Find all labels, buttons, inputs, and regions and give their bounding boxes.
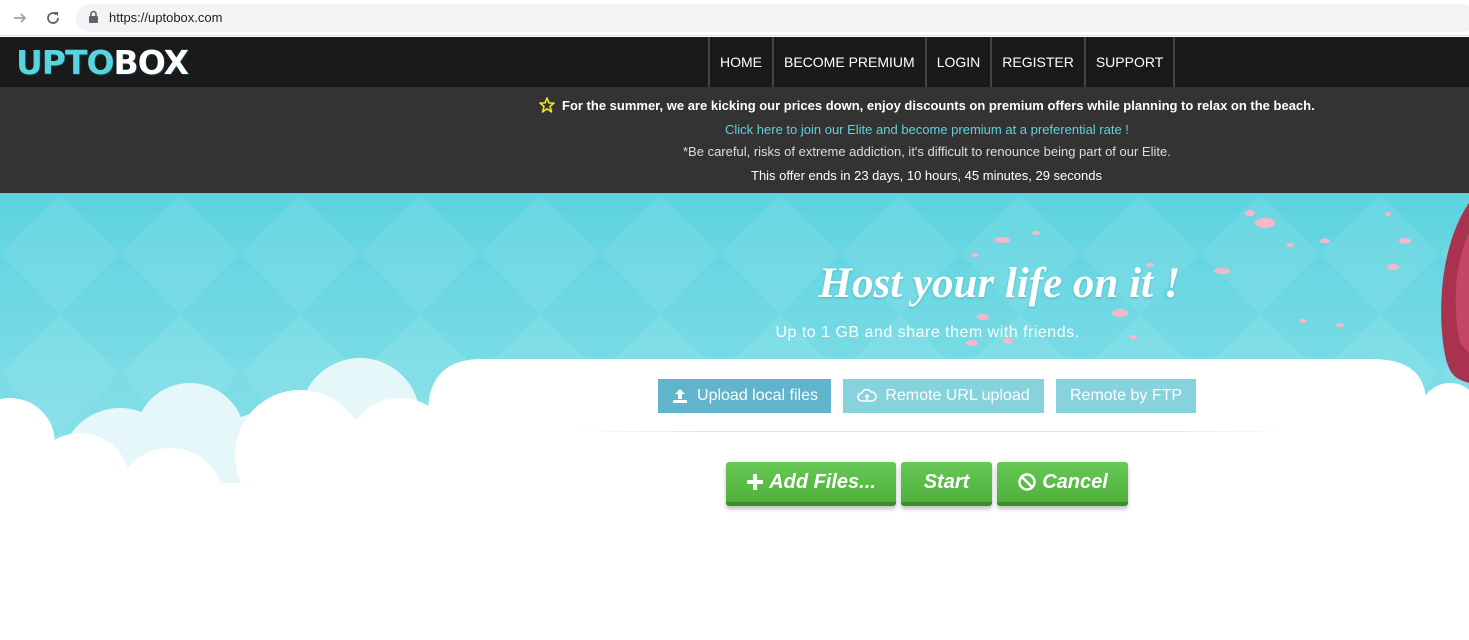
- start-label: Start: [923, 470, 970, 493]
- promo-headline: For the summer, we are kicking our price…: [562, 97, 1315, 113]
- tab-remote-by-ftp-label: Remote by FTP: [1069, 387, 1183, 404]
- promo-banner: For the summer, we are kicking our price…: [0, 87, 1469, 193]
- promo-warning: *Be careful, risks of extreme addiction,…: [683, 144, 1171, 159]
- lock-icon: [89, 10, 98, 23]
- hero-title: Host your life on it !: [818, 260, 1181, 307]
- main-nav: HOME BECOME PREMIUM LOGIN REGISTER SUPPO…: [708, 37, 1176, 87]
- logo-text-upto: UPTO: [16, 42, 115, 82]
- site-logo[interactable]: UPTO BOX: [16, 42, 189, 82]
- nav-support[interactable]: SUPPORT: [1086, 37, 1176, 87]
- logo-text-box: BOX: [113, 42, 189, 82]
- promo-headline-row: For the summer, we are kicking our price…: [539, 97, 1315, 113]
- tab-upload-local-files-label: Upload local files: [697, 387, 818, 404]
- start-button[interactable]: Start: [901, 462, 992, 506]
- nav-login[interactable]: LOGIN: [927, 37, 993, 87]
- nav-register[interactable]: REGISTER: [992, 37, 1086, 87]
- cloud-upload-icon: [857, 388, 878, 402]
- upload-icon: [673, 389, 688, 403]
- site-header: UPTO BOX HOME BECOME PREMIUM LOGIN REGIST…: [0, 37, 1469, 87]
- reload-icon[interactable]: [42, 7, 64, 29]
- star-icon: [539, 97, 555, 113]
- hero-subtitle: Up to 1 GB and share them with friends.: [775, 324, 1080, 341]
- tab-remote-url-upload-label: Remote URL upload: [885, 387, 1030, 404]
- cancel-label: Cancel: [1042, 470, 1108, 493]
- tab-remote-url-upload[interactable]: Remote URL upload: [843, 379, 1044, 413]
- url-text[interactable]: https://uptobox.com: [109, 10, 222, 25]
- ban-icon: [1018, 473, 1036, 491]
- offer-countdown: This offer ends in 23 days, 10 hours, 45…: [751, 168, 1102, 183]
- add-files-button[interactable]: Add Files...: [726, 462, 896, 506]
- plus-icon: [747, 474, 764, 490]
- browser-toolbar: https://uptobox.com: [0, 0, 1469, 36]
- tab-remote-by-ftp[interactable]: Remote by FTP: [1056, 379, 1196, 413]
- nav-home[interactable]: HOME: [710, 37, 774, 87]
- tabs-divider: [570, 431, 1290, 432]
- cancel-button[interactable]: Cancel: [997, 462, 1128, 506]
- premium-offer-link[interactable]: Click here to join our Elite and become …: [725, 122, 1129, 137]
- arrow-right-icon[interactable]: [9, 7, 31, 29]
- hero-title-wrap: Host your life on it !: [0, 259, 1469, 308]
- add-files-label: Add Files...: [769, 470, 876, 493]
- nav-become-premium[interactable]: BECOME PREMIUM: [774, 37, 927, 87]
- address-bar[interactable]: [76, 4, 1469, 32]
- tab-upload-local-files[interactable]: Upload local files: [658, 379, 831, 413]
- hero-section: Host your life on it ! Up to 1 GB and sh…: [0, 193, 1469, 640]
